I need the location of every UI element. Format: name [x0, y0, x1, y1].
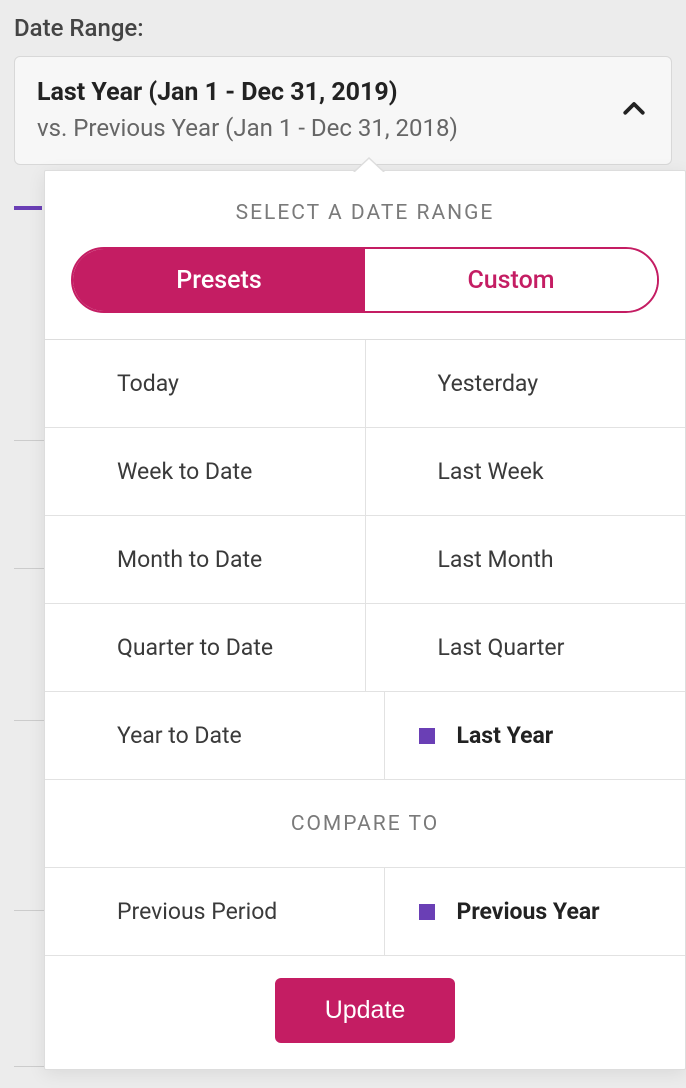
- field-label: Date Range:: [14, 14, 672, 42]
- selected-marker-icon: [419, 728, 435, 744]
- preset-year-to-date[interactable]: Year to Date: [45, 692, 385, 779]
- compare-previous-year-label: Previous Year: [457, 898, 600, 925]
- compare-previous-period[interactable]: Previous Period: [45, 868, 385, 955]
- preset-week-to-date[interactable]: Week to Date: [45, 428, 366, 515]
- preset-last-year[interactable]: Last Year: [385, 692, 686, 779]
- bg-accent: [14, 206, 42, 210]
- popover-title: SELECT A DATE RANGE: [71, 201, 659, 225]
- preset-last-week[interactable]: Last Week: [366, 428, 686, 515]
- preset-last-year-label: Last Year: [457, 722, 554, 749]
- segmented-control: Presets Custom: [71, 247, 659, 313]
- compare-previous-year[interactable]: Previous Year: [385, 868, 686, 955]
- preset-yesterday[interactable]: Yesterday: [366, 340, 686, 427]
- tab-custom[interactable]: Custom: [365, 249, 657, 311]
- tab-presets[interactable]: Presets: [73, 249, 365, 311]
- selected-marker-icon: [419, 904, 435, 920]
- update-button[interactable]: Update: [275, 978, 456, 1043]
- date-range-popover: SELECT A DATE RANGE Presets Custom Today…: [44, 170, 686, 1070]
- preset-month-to-date[interactable]: Month to Date: [45, 516, 366, 603]
- preset-last-quarter[interactable]: Last Quarter: [366, 604, 686, 691]
- preset-last-month[interactable]: Last Month: [366, 516, 686, 603]
- selector-subtitle: vs. Previous Year (Jan 1 - Dec 31, 2018): [37, 111, 458, 146]
- preset-quarter-to-date[interactable]: Quarter to Date: [45, 604, 366, 691]
- preset-today[interactable]: Today: [45, 340, 366, 427]
- date-range-selector[interactable]: Last Year (Jan 1 - Dec 31, 2019) vs. Pre…: [14, 56, 672, 165]
- chevron-up-icon: [619, 94, 649, 128]
- compare-to-header: COMPARE TO: [45, 780, 685, 868]
- selector-title: Last Year (Jan 1 - Dec 31, 2019): [37, 75, 458, 111]
